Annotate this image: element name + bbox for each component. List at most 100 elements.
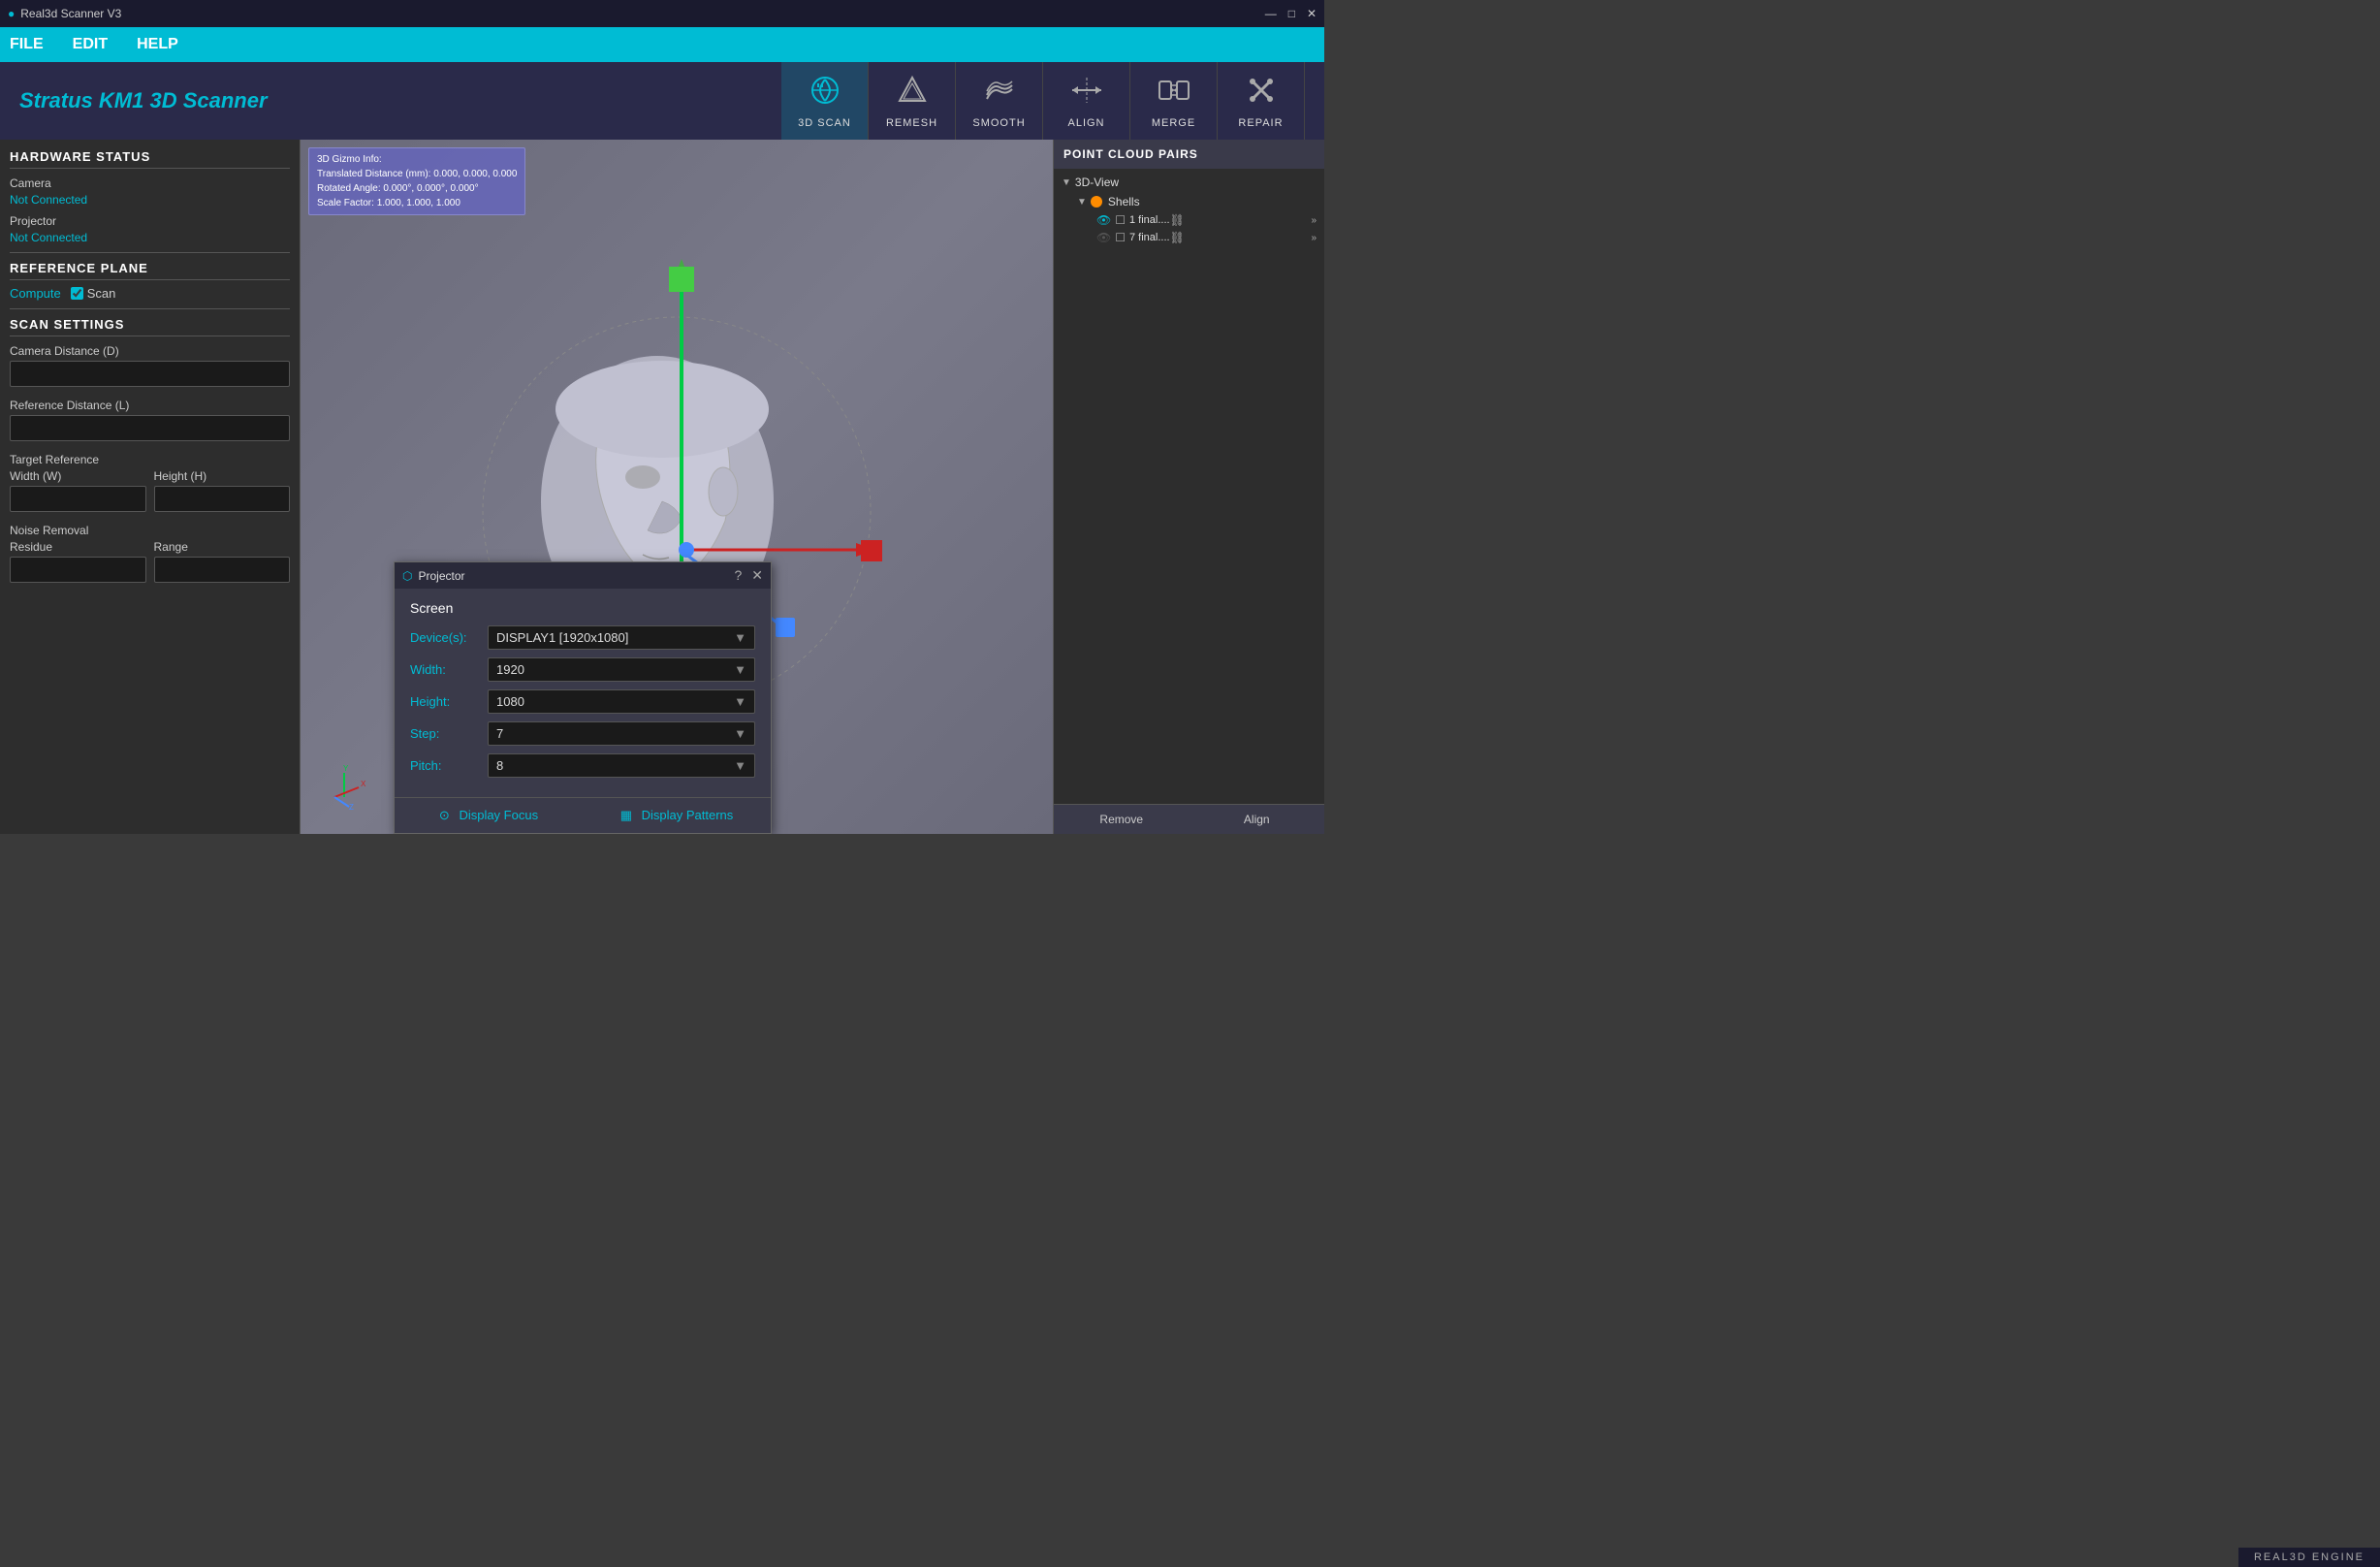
width-label: Width (W) <box>10 469 146 483</box>
compute-button[interactable]: Compute <box>10 286 61 301</box>
hardware-status-title: HARDWARE STATUS <box>10 149 290 169</box>
point-cloud-header: POINT CLOUD PAIRS <box>1054 140 1324 169</box>
step-row: Step: 7 ▼ <box>410 721 755 746</box>
statusbar-text: REAL3D ENGINE <box>2254 1551 2364 1563</box>
main-area: HARDWARE STATUS Camera Not Connected Pro… <box>0 140 1324 834</box>
projector-help-button[interactable]: ? <box>734 567 742 584</box>
projector-title: Projector <box>418 569 464 583</box>
menu-edit[interactable]: EDIT <box>73 36 108 53</box>
remove-button[interactable]: Remove <box>1054 805 1190 834</box>
gizmo-line2: Translated Distance (mm): 0.000, 0.000, … <box>317 167 517 181</box>
range-col: Range 0.001 <box>154 540 291 587</box>
width-arrow: ▼ <box>734 662 746 677</box>
projector-dialog: ⬡ Projector ? ✕ Screen Device(s): DISPLA… <box>394 561 772 834</box>
align-button[interactable]: Align <box>1190 805 1325 834</box>
projector-titlebar-right: ? ✕ <box>734 567 763 584</box>
projector-label: Projector <box>10 214 290 228</box>
shells-toggle: ▼ <box>1077 197 1087 208</box>
3dview-toggle: ▼ <box>1062 177 1071 188</box>
projector-close-button[interactable]: ✕ <box>751 567 763 584</box>
proj-pitch-input[interactable]: 8 ▼ <box>488 753 755 778</box>
projector-icon: ⬡ <box>402 569 412 583</box>
height-col: Height (H) 300.000 <box>154 469 291 516</box>
shells-label: Shells <box>1108 195 1140 208</box>
axes-svg: Y X Z <box>320 763 368 812</box>
reference-distance-label: Reference Distance (L) <box>10 399 290 412</box>
tree-item1: 👁 ☐ 1 final.... ⛓ » <box>1058 211 1320 229</box>
camera-distance-input[interactable]: 270.600 <box>10 361 290 387</box>
proj-height-input[interactable]: 1080 ▼ <box>488 689 755 714</box>
residue-input[interactable]: 0.100 <box>10 557 146 583</box>
scan-label: 3D SCAN <box>798 117 851 129</box>
checkbox-icon-2[interactable]: ☐ <box>1115 231 1126 244</box>
proj-width-value: 1920 <box>496 662 524 677</box>
bottom-buttons: Remove Align <box>1054 804 1324 834</box>
right-panel: POINT CLOUD PAIRS ▼ 3D-View ▼ Shells 👁 ☐… <box>1053 140 1324 834</box>
display-patterns-button[interactable]: ▦ Display Patterns <box>583 798 771 833</box>
proj-height-label: Height: <box>410 694 488 709</box>
checkbox-icon-1[interactable]: ☐ <box>1115 213 1126 227</box>
projector-footer: ⊙ Display Focus ▦ Display Patterns <box>395 797 771 833</box>
scan-checkbox-label[interactable]: Scan <box>71 286 116 301</box>
app-icon: ● <box>8 7 15 20</box>
toolbar-smooth-button[interactable]: SMOOTH <box>956 62 1043 140</box>
tree-shells-item[interactable]: ▼ Shells <box>1058 192 1320 211</box>
height-arrow: ▼ <box>734 694 746 709</box>
app-title: Stratus KM1 3D Scanner <box>19 88 781 113</box>
screen-title: Screen <box>410 600 755 616</box>
proj-pitch-value: 8 <box>496 758 503 773</box>
projector-title-left: ⬡ Projector <box>402 569 465 583</box>
residue-col: Residue 0.100 <box>10 540 146 587</box>
viewport[interactable]: 3D Gizmo Info: Translated Distance (mm):… <box>301 140 1053 834</box>
reference-row: Compute Scan <box>10 286 290 301</box>
toolbar-align-button[interactable]: ALIGN <box>1043 62 1130 140</box>
projector-status: Not Connected <box>10 231 290 244</box>
gizmo-line3: Rotated Angle: 0.000°, 0.000°, 0.000° <box>317 181 517 196</box>
toolbar-merge-button[interactable]: MERGE <box>1130 62 1218 140</box>
eye-icon-2[interactable]: 👁 <box>1096 231 1111 244</box>
residue-label: Residue <box>10 540 146 554</box>
smooth-label: SMOOTH <box>972 117 1025 129</box>
proj-width-input[interactable]: 1920 ▼ <box>488 657 755 682</box>
menu-help[interactable]: HELP <box>137 36 178 53</box>
device-select[interactable]: DISPLAY1 [1920x1080] ▼ <box>488 625 755 650</box>
titlebar: ● Real3d Scanner V3 — □ ✕ <box>0 0 1324 27</box>
smooth-icon <box>983 74 1016 113</box>
scan-checkbox[interactable] <box>71 287 83 300</box>
height-input[interactable]: 300.000 <box>154 486 291 512</box>
point-cloud-title: POINT CLOUD PAIRS <box>1063 147 1198 161</box>
toolbar-scan-button[interactable]: 3D SCAN <box>781 62 869 140</box>
proj-step-input[interactable]: 7 ▼ <box>488 721 755 746</box>
titlebar-left: ● Real3d Scanner V3 <box>8 7 121 20</box>
close-button[interactable]: ✕ <box>1307 7 1317 20</box>
range-input[interactable]: 0.001 <box>154 557 291 583</box>
reference-plane-title: REFERENCE PLANE <box>10 261 290 280</box>
proj-step-label: Step: <box>410 726 488 741</box>
projector-body: Screen Device(s): DISPLAY1 [1920x1080] ▼… <box>395 589 771 797</box>
display-focus-button[interactable]: ⊙ Display Focus <box>395 798 583 833</box>
ellipsis-btn-2[interactable]: » <box>1311 233 1317 243</box>
noise-removal-row: Residue 0.100 Range 0.001 <box>10 540 290 587</box>
repair-icon <box>1245 74 1278 113</box>
toolbar-repair-button[interactable]: REPAIR <box>1218 62 1305 140</box>
menu-file[interactable]: FILE <box>10 36 44 53</box>
gizmo-line4: Scale Factor: 1.000, 1.000, 1.000 <box>317 196 517 210</box>
width-input[interactable]: 300.000 <box>10 486 146 512</box>
statusbar: REAL3D ENGINE <box>2238 1548 2380 1567</box>
reference-distance-input[interactable]: 625.400 <box>10 415 290 441</box>
maximize-button[interactable]: □ <box>1288 7 1295 20</box>
ellipsis-btn-1[interactable]: » <box>1311 215 1317 226</box>
camera-label: Camera <box>10 176 290 190</box>
minimize-button[interactable]: — <box>1265 7 1277 20</box>
toolbar-remesh-button[interactable]: REMESH <box>869 62 956 140</box>
eye-icon-1[interactable]: 👁 <box>1096 213 1111 227</box>
svg-text:Y: Y <box>343 764 349 773</box>
noise-removal-label: Noise Removal <box>10 524 290 537</box>
step-arrow: ▼ <box>734 726 746 741</box>
svg-text:Z: Z <box>349 803 354 812</box>
link-icon-2: ⛓ <box>1170 231 1185 244</box>
shells-dot-icon <box>1091 196 1102 208</box>
tree-3dview-item[interactable]: ▼ 3D-View <box>1058 173 1320 192</box>
left-panel: HARDWARE STATUS Camera Not Connected Pro… <box>0 140 301 834</box>
device-dropdown-arrow: ▼ <box>734 630 746 645</box>
